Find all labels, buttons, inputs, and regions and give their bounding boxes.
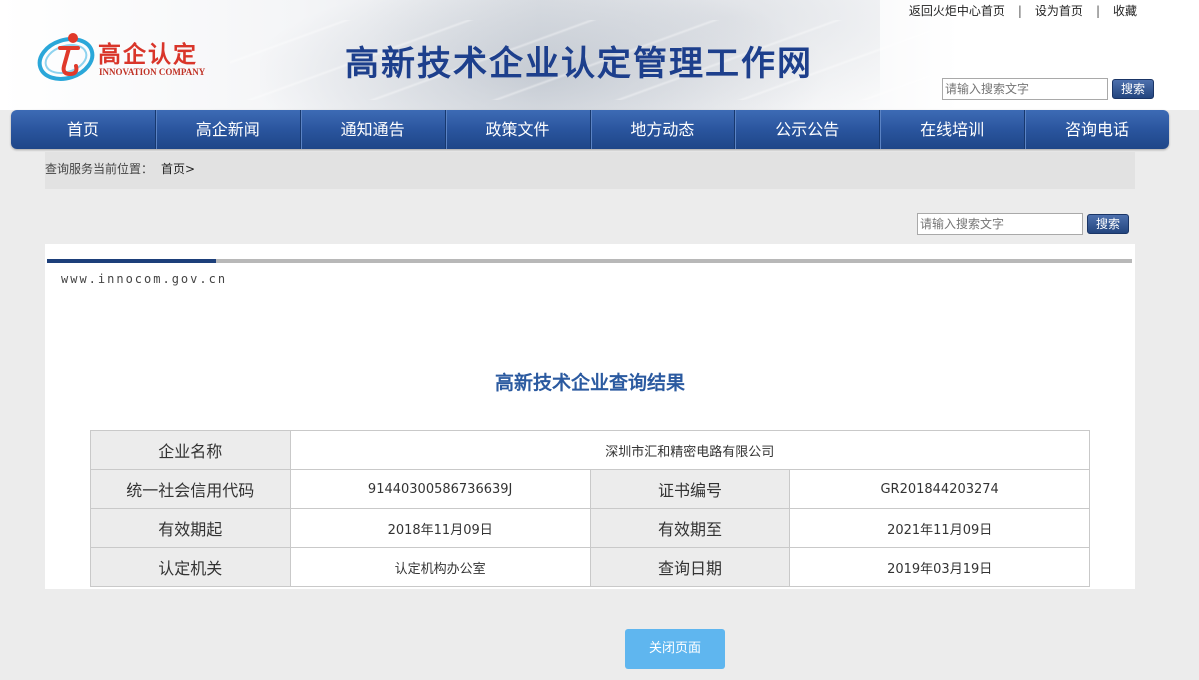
result-table: 企业名称 深圳市汇和精密电路有限公司 统一社会信用代码 914403005867… [90,430,1091,587]
header-search-input[interactable] [942,78,1108,100]
nav-item-hotline[interactable]: 咨询电话 [1025,110,1169,149]
site-domain: www.innocom.gov.cn [61,272,228,286]
logo-text-cn: 高企认定 [98,42,198,68]
cert-no-label: 证书编号 [589,469,791,509]
valid-to-label: 有效期至 [589,508,791,548]
query-date-label: 查询日期 [589,547,791,587]
nav-item-online-training[interactable]: 在线培训 [880,110,1026,149]
main-search-input[interactable] [917,213,1083,235]
authority-label: 认定机关 [90,547,291,587]
site-logo[interactable]: 高企认定 INNOVATION COMPANY [36,26,236,86]
cert-no-value: GR201844203274 [789,469,1090,509]
table-row: 企业名称 深圳市汇和精密电路有限公司 [90,430,1091,470]
company-name-value: 深圳市汇和精密电路有限公司 [289,430,1091,470]
valid-from-label: 有效期起 [90,508,291,548]
breadcrumb: 查询服务当前位置： 首页> [45,152,1135,189]
table-row: 有效期起 2018年11月09日 有效期至 2021年11月09日 [90,508,1090,548]
nav-item-home[interactable]: 首页 [11,110,156,149]
favorite-link[interactable]: 收藏 [1113,2,1137,19]
main-search-button[interactable]: 搜索 [1087,214,1130,234]
panel-divider-accent [47,259,216,263]
site-title: 高新技术企业认定管理工作网 [345,44,813,84]
authority-value: 认定机构办公室 [289,547,591,587]
table-row: 认定机关 认定机构办公室 查询日期 2019年03月19日 [90,547,1090,587]
top-links-separator: | [1095,3,1100,18]
main-nav: 首页 高企新闻 通知通告 政策文件 地方动态 公示公告 在线培训 咨询电话 [11,110,1169,149]
close-page-button[interactable]: 关闭页面 [625,629,725,669]
logo-mark-icon [37,33,95,81]
nav-item-announcements[interactable]: 公示公告 [735,110,881,149]
nav-item-news[interactable]: 高企新闻 [156,110,301,149]
site-header: 返回火炬中心首页 | 设为首页 | 收藏 高企认定 INNOVATION COM… [0,0,1199,110]
nav-item-local-news[interactable]: 地方动态 [591,110,736,149]
logo-text-en: INNOVATION COMPANY [99,67,206,77]
top-links-separator: | [1017,3,1022,18]
result-panel: www.innocom.gov.cn 高新技术企业查询结果 企业名称 深圳市汇和… [45,244,1135,589]
nav-item-notices[interactable]: 通知通告 [301,110,446,149]
table-row: 统一社会信用代码 91440300586736639J 证书编号 GR20184… [90,469,1090,509]
top-links: 返回火炬中心首页 | 设为首页 | 收藏 [909,2,1137,19]
header-search-button[interactable]: 搜索 [1112,79,1155,99]
result-title: 高新技术企业查询结果 [494,372,685,394]
breadcrumb-home-link[interactable]: 首页> [161,162,195,176]
back-to-torch-home-link[interactable]: 返回火炬中心首页 [909,2,1005,19]
valid-to-value: 2021年11月09日 [789,508,1090,548]
company-name-label: 企业名称 [90,430,291,470]
breadcrumb-label: 查询服务当前位置： [45,162,154,176]
query-date-value: 2019年03月19日 [789,547,1090,587]
credit-code-value: 91440300586736639J [289,469,591,509]
nav-item-policies[interactable]: 政策文件 [446,110,591,149]
set-homepage-link[interactable]: 设为首页 [1035,2,1083,19]
credit-code-label: 统一社会信用代码 [90,469,291,509]
valid-from-value: 2018年11月09日 [289,508,591,548]
main-search: 搜索 [917,213,1130,235]
header-search: 搜索 [942,78,1155,100]
